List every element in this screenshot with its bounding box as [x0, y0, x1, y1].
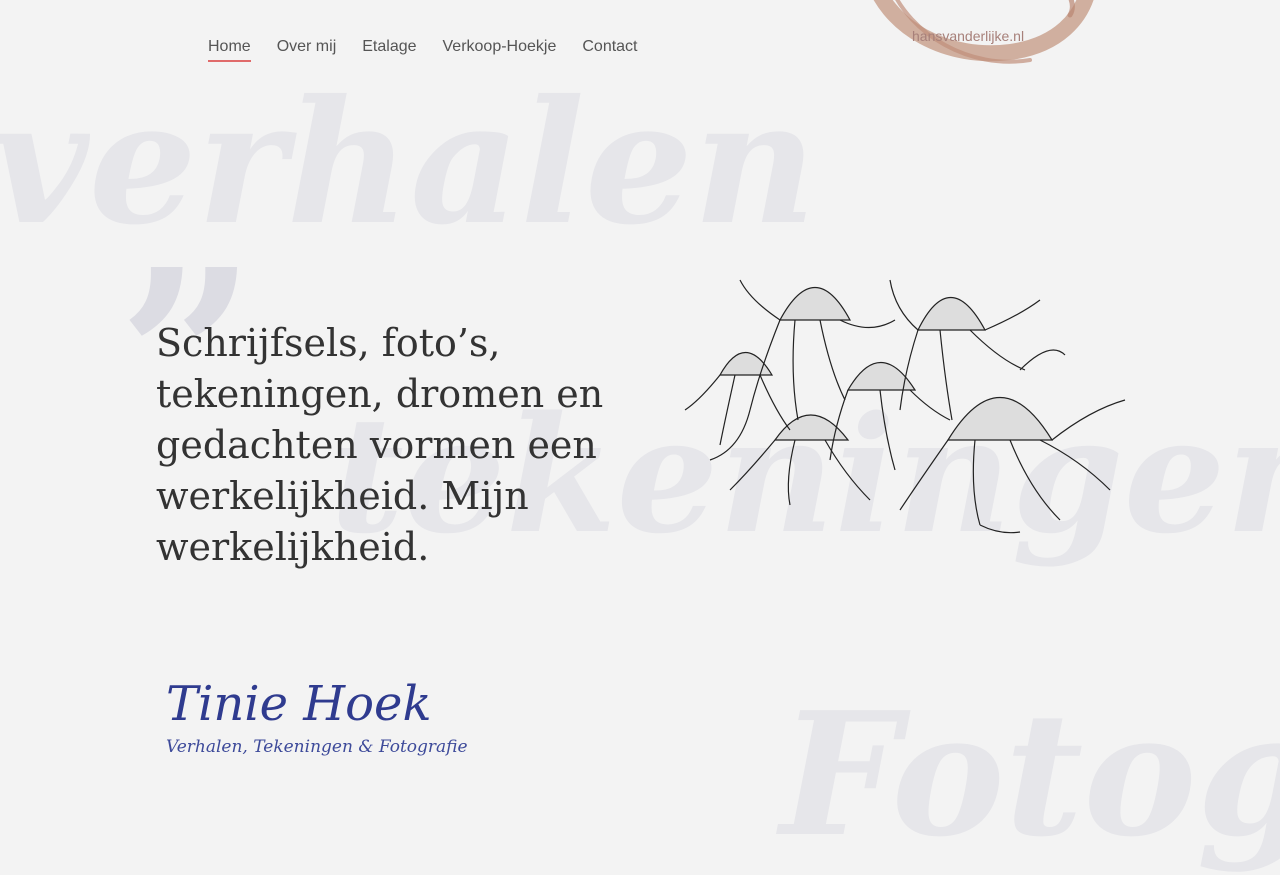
nav-item-etalage[interactable]: Etalage	[362, 38, 416, 62]
flowers-drawing-icon	[684, 279, 1126, 534]
main-navigation: Home Over mij Etalage Verkoop-Hoekje Con…	[208, 38, 638, 62]
logo-text[interactable]: hansvanderlijke.nl	[912, 28, 1024, 44]
nav-item-verkoop-hoekje[interactable]: Verkoop-Hoekje	[443, 38, 557, 62]
hero-headline: Schrijfsels, foto’s, tekeningen, dromen …	[156, 321, 604, 569]
brand-name: Tinie Hoek	[166, 676, 432, 732]
nav-item-contact[interactable]: Contact	[582, 38, 637, 62]
logo-brush-circle-icon[interactable]	[840, 0, 1100, 100]
brand-subtitle: Verhalen, Tekeningen & Fotografie	[166, 736, 468, 757]
nav-item-home[interactable]: Home	[208, 38, 251, 62]
nav-item-over-mij[interactable]: Over mij	[277, 38, 337, 62]
site-brand[interactable]: Tinie Hoek Verhalen, Tekeningen & Fotogr…	[166, 678, 468, 757]
background-word-fotografie: Fotog	[780, 675, 1280, 875]
